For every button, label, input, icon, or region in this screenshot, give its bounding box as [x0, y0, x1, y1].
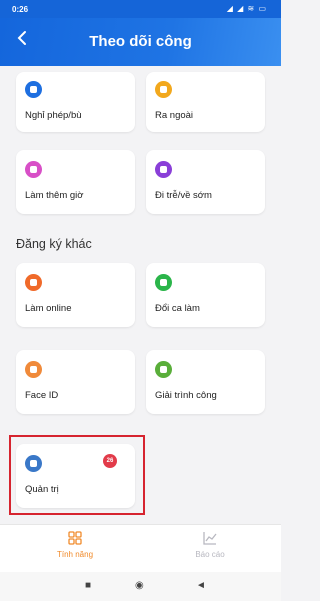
system-nav-bar: ■ ◉ ◄: [0, 572, 281, 601]
calendar-icon: [25, 81, 42, 98]
card-label: Giải trình công: [155, 390, 217, 401]
card-doi-ca[interactable]: Đổi ca làm: [146, 263, 265, 327]
status-icons: ◢ ◢ ≋ ▭: [226, 4, 267, 13]
grid-icon: [30, 531, 120, 547]
clock-icon: [25, 161, 42, 178]
chart-icon: [165, 531, 255, 547]
card-di-tre[interactable]: Đi trễ/về sớm: [146, 150, 265, 214]
card-label: Face ID: [25, 390, 59, 401]
highlight-box: [9, 435, 145, 515]
card-lam-them-gio[interactable]: Làm thêm giờ: [16, 150, 135, 214]
card-nghi-phep[interactable]: Nghỉ phép/bù: [16, 72, 135, 132]
online-icon: [25, 274, 42, 291]
card-giai-trinh[interactable]: Giải trình công: [146, 350, 265, 414]
tab-bao-cao[interactable]: Báo cáo: [165, 531, 255, 559]
recents-button[interactable]: ■: [85, 580, 91, 591]
card-ra-ngoai[interactable]: Ra ngoài: [146, 72, 265, 132]
card-face-id[interactable]: Face ID: [16, 350, 135, 414]
card-label: Làm online: [25, 303, 72, 314]
card-label: Nghỉ phép/bù: [25, 110, 82, 121]
tab-label: Tính năng: [56, 550, 94, 559]
tab-tinh-nang[interactable]: Tính năng: [30, 531, 120, 559]
app-bar: Theo dõi công: [0, 18, 281, 66]
time-icon: [155, 161, 172, 178]
back-nav-button[interactable]: ◄: [196, 580, 206, 591]
card-label: Làm thêm giờ: [25, 190, 84, 201]
exit-icon: [155, 81, 172, 98]
page-title: Theo dõi công: [89, 33, 192, 50]
section-title: Đăng ký khác: [16, 237, 92, 251]
card-lam-online[interactable]: Làm online: [16, 263, 135, 327]
bottom-tab-bar: Tính năng Báo cáo: [0, 524, 281, 573]
status-time: 0:26: [12, 5, 29, 14]
tab-label: Báo cáo: [195, 550, 225, 559]
card-label: Đi trễ/về sớm: [155, 190, 212, 201]
document-icon: [155, 361, 172, 378]
status-bar: 0:26 ◢ ◢ ≋ ▭: [0, 0, 281, 18]
swap-icon: [155, 274, 172, 291]
card-label: Ra ngoài: [155, 110, 194, 121]
home-button[interactable]: ◉: [135, 580, 144, 591]
face-id-icon: [25, 361, 42, 378]
card-label: Đổi ca làm: [155, 303, 200, 314]
